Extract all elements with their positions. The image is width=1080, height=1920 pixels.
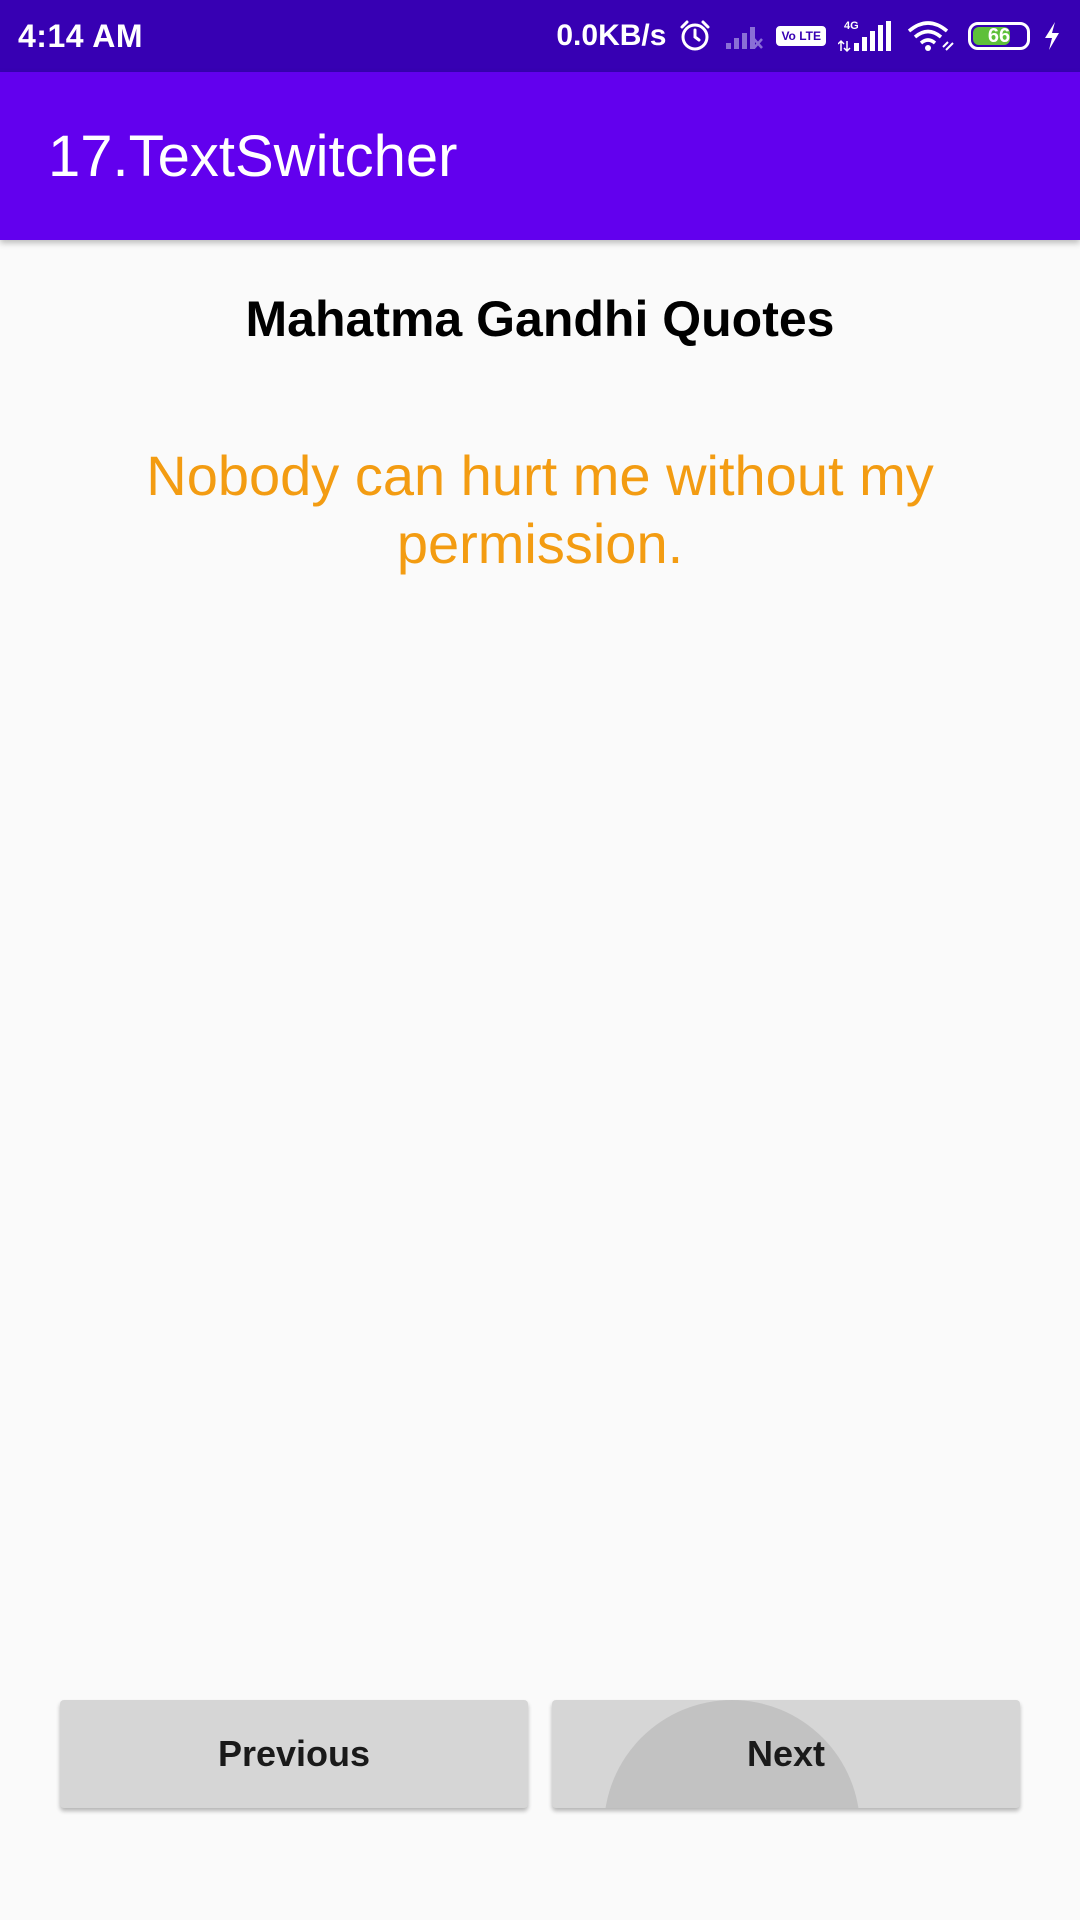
status-icons: 0.0KB/s Vo LTE 4G 66: [556, 19, 1062, 53]
battery-level: 66: [987, 24, 1011, 47]
signal-4g-icon: 4G: [838, 19, 894, 53]
previous-button-label: Previous: [217, 1733, 371, 1774]
charging-icon: [1042, 21, 1062, 51]
volte-icon: Vo LTE: [776, 26, 826, 46]
next-button[interactable]: Next: [552, 1700, 1020, 1808]
quote-text-switcher: Nobody can hurt me without my permission…: [146, 444, 934, 575]
alarm-icon: [678, 19, 712, 53]
status-bar: 4:14 AM 0.0KB/s Vo LTE 4G 66: [0, 0, 1080, 72]
battery-icon: 66: [968, 22, 1030, 50]
quotes-heading: Mahatma Gandhi Quotes: [245, 291, 835, 347]
previous-button[interactable]: Previous: [60, 1700, 528, 1808]
wifi-icon: [906, 19, 956, 53]
status-time: 4:14 AM: [18, 17, 144, 54]
screen: 4:14 AM 0.0KB/s Vo LTE 4G 66 17.TextSwit…: [0, 0, 1080, 1920]
app-bar: 17.TextSwitcher: [0, 72, 1080, 240]
signal-off-icon: [724, 21, 764, 51]
svg-text:4G: 4G: [844, 20, 859, 32]
network-speed: 0.0KB/s: [556, 19, 667, 52]
next-button-label: Next: [746, 1733, 826, 1774]
app-title: 17.TextSwitcher: [48, 123, 458, 189]
